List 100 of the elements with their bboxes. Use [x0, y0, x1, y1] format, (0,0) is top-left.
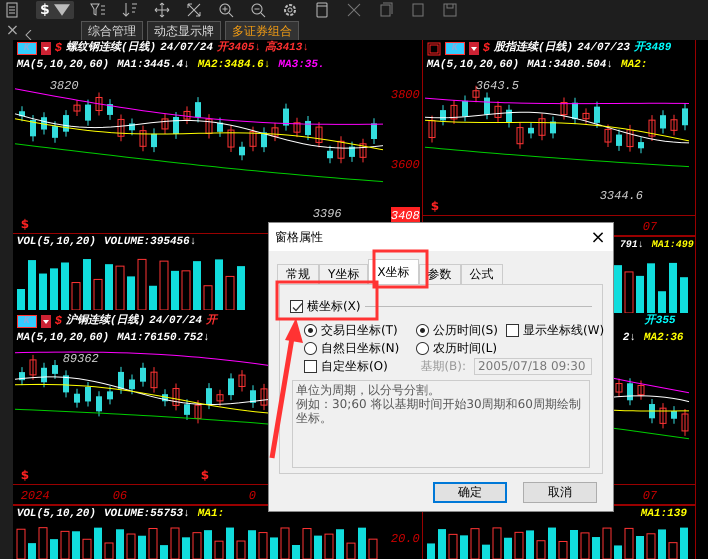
tab[interactable]: 公式	[460, 264, 503, 284]
candlestick	[462, 95, 468, 122]
price-label: 89362	[62, 351, 99, 368]
date-label: 0	[248, 488, 256, 505]
quote-value: 开	[206, 313, 217, 329]
date-label: 07	[642, 488, 658, 505]
checkbox[interactable]: 显示坐标线(W)	[506, 323, 604, 338]
checkmark-icon	[291, 301, 304, 314]
close-button[interactable]: ×	[583, 223, 613, 251]
volume-value: VOLUME:55753↓	[104, 507, 190, 522]
signal-mark: $	[54, 313, 62, 330]
field-label: 基期(B):	[420, 359, 466, 374]
candlestick	[216, 389, 224, 406]
volume-value: MA1:	[198, 507, 224, 522]
dialog-button[interactable]: 确定	[433, 482, 507, 503]
copy-icon[interactable]	[378, 2, 394, 18]
candlestick	[249, 126, 256, 152]
candlestick	[648, 114, 656, 142]
candlestick	[227, 124, 234, 153]
chart-title: 螺纹钢连续(日线)	[66, 40, 156, 56]
candlestick	[271, 122, 278, 142]
candlestick	[572, 97, 578, 125]
dropdown-icon[interactable]	[40, 42, 51, 55]
close-icon[interactable]: ×	[0, 20, 25, 40]
settings-icon[interactable]	[282, 2, 298, 18]
signal-mark: $	[54, 40, 62, 57]
candlestick	[84, 382, 91, 407]
tab[interactable]: 综合管理	[81, 21, 143, 40]
candlestick	[681, 408, 688, 436]
candlestick	[516, 122, 524, 150]
candlestick	[450, 100, 458, 124]
radio-button[interactable]: 交易日坐标(T)	[304, 323, 416, 338]
volume-value: MA1:139	[640, 507, 687, 522]
crossed-arrows-icon[interactable]	[186, 2, 202, 18]
radio-button[interactable]: 公历时间(S)	[416, 323, 506, 338]
move-icon[interactable]	[154, 2, 170, 18]
candlestick	[638, 136, 644, 154]
volume-value: MA1:499	[652, 239, 694, 253]
candlestick	[550, 116, 556, 139]
candlestick	[326, 145, 333, 164]
currency-button[interactable]: $	[36, 1, 74, 19]
axis-label: 3600	[390, 157, 420, 174]
candlestick	[304, 115, 311, 141]
volume-value: VOLUME:395456↓	[104, 235, 196, 250]
ma-label: MA(5,10,20,60)	[16, 331, 110, 346]
ma-value: MA2:	[620, 58, 648, 73]
price-label: 3396	[312, 206, 342, 223]
candlestick	[626, 124, 634, 152]
candlestick	[494, 100, 502, 123]
candlestick	[84, 99, 91, 126]
save-icon[interactable]	[442, 2, 458, 18]
paste-icon[interactable]	[410, 2, 426, 18]
candlestick	[206, 382, 212, 410]
signal-mark: $	[20, 467, 30, 484]
dialog-button[interactable]: 取消	[523, 482, 597, 503]
candlestick	[538, 113, 546, 141]
candlestick	[359, 138, 366, 163]
candlestick	[18, 366, 25, 386]
ma-label: MA(5,10,20,60)	[426, 58, 520, 73]
candlestick	[18, 106, 25, 122]
quote-value: 开3405↓	[216, 40, 261, 56]
filter-list-icon[interactable]	[90, 2, 106, 18]
candlestick	[594, 101, 600, 128]
cut-icon[interactable]	[346, 2, 362, 18]
radio-button[interactable]: 自然日坐标(N)	[304, 341, 416, 356]
candlestick	[118, 366, 124, 394]
candlestick	[440, 104, 446, 126]
chart-date: 24/07/24	[149, 314, 202, 329]
zoom-in-icon[interactable]	[218, 2, 234, 18]
candlestick	[139, 125, 146, 152]
candlestick	[337, 136, 344, 164]
radio-button[interactable]: 农历时间(L)	[416, 341, 506, 356]
window-icon[interactable]	[314, 2, 330, 18]
candlestick	[117, 114, 124, 142]
candlestick	[228, 372, 234, 401]
tab[interactable]: X坐标	[368, 259, 419, 284]
dropdown-icon[interactable]	[468, 42, 479, 55]
tab[interactable]: 动态显示牌	[147, 21, 221, 40]
candlestick	[282, 103, 289, 132]
candlestick	[659, 402, 666, 429]
hint-text: 单位为周期，以分号分割。	[296, 383, 441, 397]
document-icon[interactable]	[4, 2, 20, 18]
candlestick	[250, 384, 256, 408]
maximize-icon[interactable]	[426, 42, 441, 56]
sort-icon[interactable]	[122, 2, 138, 18]
scroll-left-icon[interactable]	[25, 30, 33, 40]
checkbox[interactable]: 自定坐标(O)	[304, 359, 388, 374]
ma-value: MA2:3484.6↓	[198, 58, 270, 73]
group-checkbox[interactable]: 横坐标(X)	[290, 299, 365, 314]
zoom-out-icon[interactable]	[250, 2, 266, 18]
dropdown-icon[interactable]	[40, 315, 51, 328]
candlestick	[648, 398, 655, 424]
candlestick	[315, 122, 322, 148]
dialog-title: 窗格属性	[275, 229, 323, 246]
candlestick	[348, 141, 355, 162]
tab[interactable]: 参数	[418, 264, 461, 284]
candlestick	[506, 104, 512, 128]
candlestick	[52, 120, 58, 144]
tab[interactable]: 多证券组合	[225, 21, 299, 40]
candlestick	[216, 117, 223, 138]
